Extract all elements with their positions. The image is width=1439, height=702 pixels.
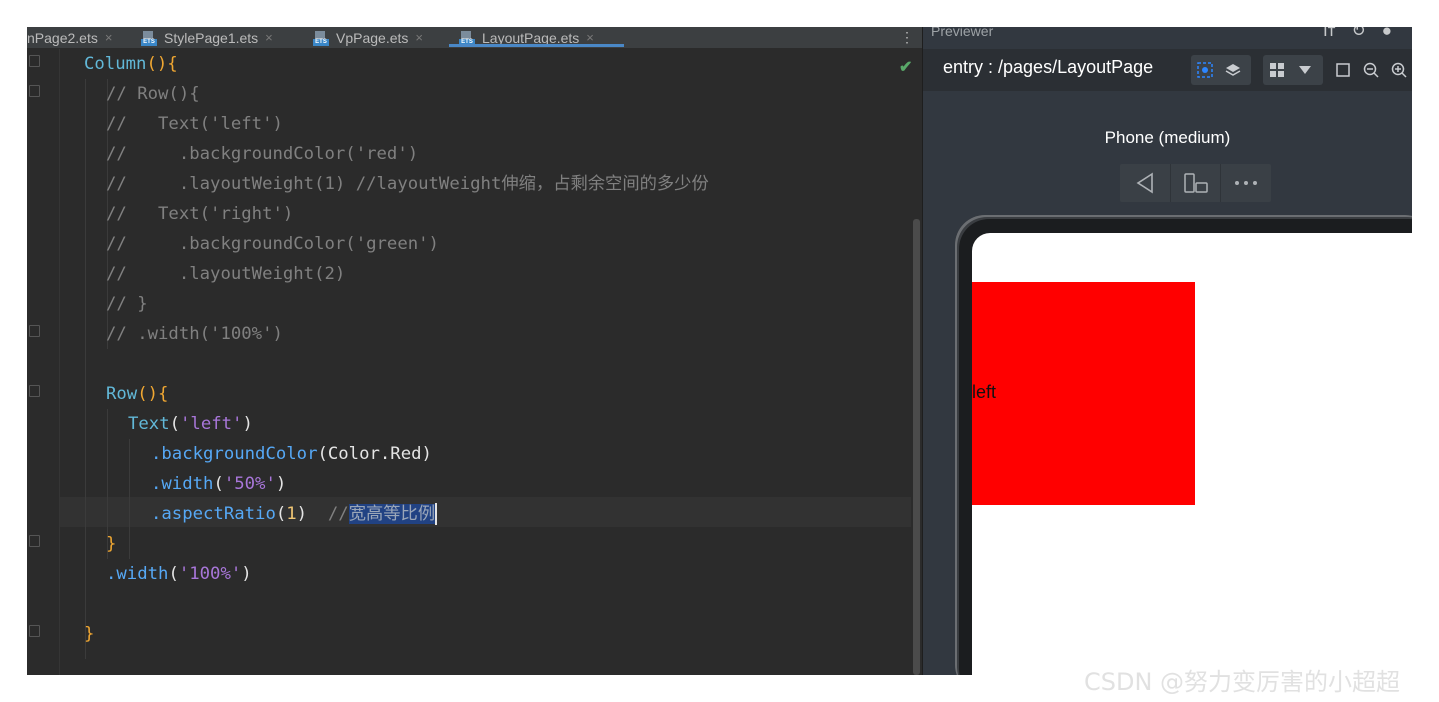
editor-tab-bar: nPage2.ets × ETS StylePage1.ets × ETS Vp…: [27, 27, 922, 49]
close-icon[interactable]: ×: [415, 30, 423, 45]
ets-file-icon: ETS: [313, 30, 329, 46]
font-size-icon[interactable]: Iᴛ: [1323, 27, 1336, 41]
fold-marker-icon[interactable]: [29, 385, 40, 397]
code-line-3: // Text('left'): [106, 114, 283, 134]
zoom-out-icon[interactable]: [1357, 56, 1385, 84]
code-line-7: // .backgroundColor('green'): [106, 234, 439, 254]
tab-vppage[interactable]: ETS VpPage.ets ×: [313, 27, 423, 48]
route-label: entry : /pages/LayoutPage: [943, 57, 1154, 77]
code-line-13: Text('left'): [128, 414, 253, 434]
code-line-10: // .width('100%'): [106, 324, 283, 344]
phone-screen[interactable]: left: [972, 233, 1412, 675]
close-icon[interactable]: ×: [586, 30, 594, 45]
tab-label: StylePage1.ets: [164, 29, 259, 46]
tab-menu-icon[interactable]: ⋮: [900, 27, 914, 48]
tab-npage2[interactable]: nPage2.ets ×: [27, 27, 112, 48]
tab-label: VpPage.ets: [336, 29, 409, 46]
code-line-2: // Row(){: [106, 84, 200, 104]
dropdown-icon[interactable]: [1291, 56, 1319, 84]
inspector-toggle-group: [1191, 55, 1251, 85]
more-icon[interactable]: [1221, 164, 1271, 202]
close-icon[interactable]: ×: [105, 30, 113, 45]
preview-text: left: [972, 382, 997, 402]
ets-file-icon: ETS: [141, 30, 157, 46]
code-line-16: .aspectRatio(1) //宽高等比例: [151, 503, 438, 525]
fold-marker-icon[interactable]: [29, 85, 40, 97]
code-line-8: // .layoutWeight(2): [106, 264, 346, 284]
code-line-20: }: [84, 624, 95, 644]
code-line-17: }: [106, 534, 117, 554]
text-caret: [435, 503, 438, 525]
zoom-in-icon[interactable]: [1385, 56, 1412, 84]
code-line-14: .backgroundColor(Color.Red): [151, 444, 432, 464]
rotate-icon[interactable]: [1171, 164, 1222, 202]
fit-icon[interactable]: [1329, 56, 1357, 84]
code-line-15: .width('50%'): [151, 474, 287, 494]
editor-scrollbar-thumb[interactable]: [913, 219, 920, 675]
refresh-icon[interactable]: ↻: [1351, 27, 1365, 41]
gutter-separator: [59, 49, 60, 675]
editor-gutter: [27, 49, 60, 675]
previewer-title: Previewer: [931, 27, 994, 39]
layers-icon[interactable]: [1219, 56, 1247, 84]
fold-marker-icon[interactable]: [29, 325, 40, 337]
indent-guide: [85, 79, 86, 659]
device-controls: [1120, 164, 1271, 202]
back-icon[interactable]: [1120, 164, 1171, 202]
fold-marker-icon[interactable]: [29, 535, 40, 547]
pin-icon[interactable]: ●: [1382, 27, 1392, 41]
fold-marker-icon[interactable]: [29, 625, 40, 637]
previewer-toolbar: entry : /pages/LayoutPage: [923, 49, 1412, 91]
ets-file-icon: ETS: [459, 30, 475, 46]
code-line-1: Column(){: [84, 54, 178, 74]
ide-window: nPage2.ets × ETS StylePage1.ets × ETS Vp…: [27, 27, 1412, 675]
watermark: CSDN @努力变厉害的小超超: [1084, 668, 1401, 696]
code-line-12: Row(){: [106, 384, 169, 404]
code-line-9: // }: [106, 294, 148, 314]
code-line-5: // .layoutWeight(1) //layoutWeight伸缩，占剩余…: [106, 174, 709, 194]
grid-icon[interactable]: [1263, 56, 1291, 84]
previewer-panel: Previewer Iᴛ ↻ ● entry : /pages/LayoutPa…: [923, 27, 1412, 675]
code-line-6: // Text('right'): [106, 204, 294, 224]
tab-label: nPage2.ets: [27, 29, 98, 46]
tab-stylepage1[interactable]: ETS StylePage1.ets ×: [141, 27, 273, 48]
inspector-icon[interactable]: [1191, 56, 1219, 84]
indent-guide: [129, 439, 130, 559]
code-line-4: // .backgroundColor('red'): [106, 144, 419, 164]
layout-toggle-group: [1263, 55, 1323, 85]
fold-marker-icon[interactable]: [29, 55, 40, 67]
previewer-header-icons: Iᴛ ↻ ●: [1323, 27, 1392, 41]
active-tab-indicator: [449, 44, 624, 47]
code-editor[interactable]: Column(){ // Row(){ // Text('left') // .…: [27, 49, 922, 675]
code-line-18: .width('100%'): [106, 564, 252, 584]
close-icon[interactable]: ×: [265, 30, 273, 45]
device-name: Phone (medium): [1104, 128, 1231, 147]
preview-red-box[interactable]: [972, 282, 1195, 505]
selected-text[interactable]: 宽高等比例: [348, 504, 436, 524]
